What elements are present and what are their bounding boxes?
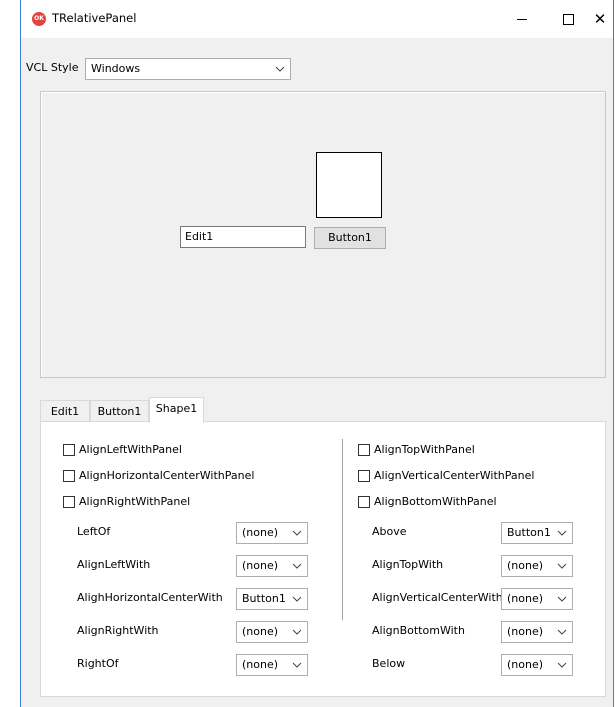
maximize-icon	[562, 14, 574, 25]
select-above[interactable]: Button1	[501, 522, 573, 544]
select-value: (none)	[242, 526, 279, 539]
select-align-left-with[interactable]: (none)	[236, 555, 308, 577]
prop-label-align-horizontal-center-with: AlighHorizontalCenterWith	[77, 591, 223, 604]
select-align-bottom-with[interactable]: (none)	[501, 621, 573, 643]
prop-label-left-of: LeftOf	[77, 525, 111, 538]
checkbox-label: AlignHorizontalCenterWithPanel	[79, 469, 255, 482]
checkbox-box[interactable]	[63, 444, 75, 456]
button1[interactable]: Button1	[314, 227, 386, 249]
chevron-down-icon	[557, 523, 567, 543]
checkbox-box[interactable]	[358, 444, 370, 456]
column-divider	[342, 439, 343, 620]
prop-label-align-right-with: AlignRightWith	[77, 624, 159, 637]
select-value: (none)	[242, 559, 279, 572]
tab-panel-shape1: AlignLeftWithPanel AlignHorizontalCenter…	[40, 421, 606, 697]
window-title: TRelativePanel	[52, 11, 137, 25]
vcl-style-select[interactable]: Windows	[85, 58, 291, 80]
prop-label-align-top-with: AlignTopWith	[372, 558, 444, 571]
select-value: (none)	[242, 625, 279, 638]
vcl-style-value: Windows	[91, 62, 141, 75]
prop-label-align-vertical-center-with: AlignVerticalCenterWith	[372, 591, 503, 604]
chevron-down-icon	[292, 589, 302, 609]
title-bar[interactable]: OK TRelativePanel ✕	[21, 0, 613, 38]
select-align-vertical-center-with[interactable]: (none)	[501, 588, 573, 610]
checkbox-box[interactable]	[63, 470, 75, 482]
select-align-horizontal-center-with[interactable]: Button1	[236, 588, 308, 610]
minimize-button[interactable]	[499, 0, 545, 38]
close-icon: ✕	[593, 10, 607, 28]
checkbox-label: AlignRightWithPanel	[79, 495, 191, 508]
select-value: Button1	[507, 526, 551, 539]
checkbox-label: AlignBottomWithPanel	[374, 495, 497, 508]
chevron-down-icon	[557, 556, 567, 576]
chevron-down-icon	[557, 655, 567, 675]
chevron-down-icon	[557, 622, 567, 642]
checkbox-box[interactable]	[358, 496, 370, 508]
edit1-input[interactable]: Edit1	[180, 226, 306, 248]
prop-label-align-left-with: AlignLeftWith	[77, 558, 151, 571]
chevron-down-icon	[275, 59, 285, 79]
prop-label-align-bottom-with: AlignBottomWith	[372, 624, 465, 637]
select-value: Button1	[242, 592, 286, 605]
select-right-of[interactable]: (none)	[236, 654, 308, 676]
vcl-style-label: VCL Style	[26, 61, 79, 74]
close-button[interactable]: ✕	[585, 0, 615, 38]
chevron-down-icon	[292, 556, 302, 576]
app-icon: OK	[32, 12, 46, 26]
checkbox-box[interactable]	[358, 470, 370, 482]
chevron-down-icon	[292, 655, 302, 675]
shape1	[316, 152, 382, 218]
select-value: (none)	[507, 559, 544, 572]
app-window: OK TRelativePanel ✕ VCL Style Windows Ed…	[20, 0, 614, 707]
select-value: (none)	[507, 625, 544, 638]
tab-button1[interactable]: Button1	[90, 400, 149, 422]
select-below[interactable]: (none)	[501, 654, 573, 676]
checkbox-label: AlignLeftWithPanel	[79, 443, 182, 456]
prop-label-above: Above	[372, 525, 407, 538]
select-value: (none)	[507, 592, 544, 605]
prop-label-below: Below	[372, 657, 406, 670]
chevron-down-icon	[292, 622, 302, 642]
select-left-of[interactable]: (none)	[236, 522, 308, 544]
checkbox-box[interactable]	[63, 496, 75, 508]
chevron-down-icon	[292, 523, 302, 543]
select-value: (none)	[507, 658, 544, 671]
minimize-icon	[517, 19, 527, 20]
chevron-down-icon	[557, 589, 567, 609]
select-value: (none)	[242, 658, 279, 671]
select-align-right-with[interactable]: (none)	[236, 621, 308, 643]
tab-shape1[interactable]: Shape1	[149, 397, 204, 423]
edit1-text: Edit1	[185, 230, 214, 243]
tab-edit1[interactable]: Edit1	[40, 400, 90, 422]
select-align-top-with[interactable]: (none)	[501, 555, 573, 577]
checkbox-label: AlignVerticalCenterWithPanel	[374, 469, 535, 482]
checkbox-label: AlignTopWithPanel	[374, 443, 475, 456]
prop-label-right-of: RightOf	[77, 657, 119, 670]
